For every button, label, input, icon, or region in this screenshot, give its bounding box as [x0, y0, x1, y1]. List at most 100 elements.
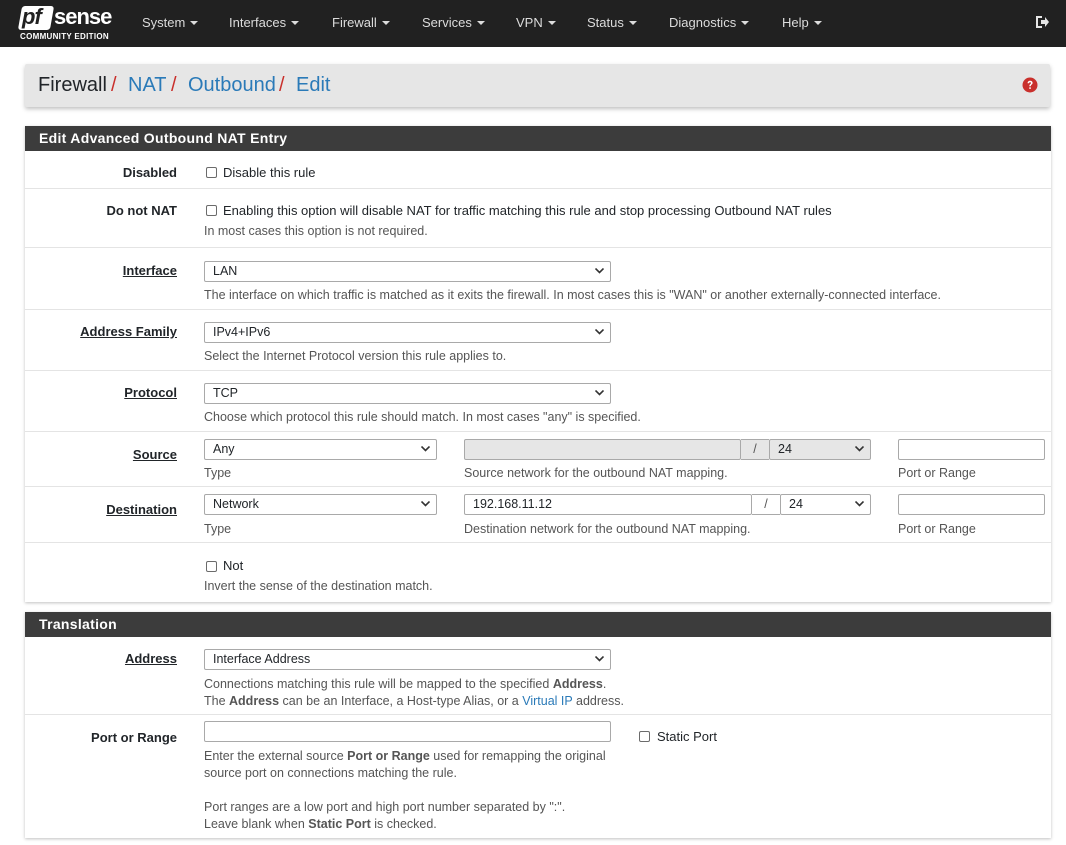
interface-select-value: LAN [213, 264, 238, 278]
caret-down-icon [190, 21, 199, 25]
logout-icon[interactable] [1034, 14, 1050, 30]
help-text: The [204, 694, 230, 708]
panel-title: Edit Advanced Outbound NAT Entry [25, 126, 1051, 151]
caret-down-icon [628, 21, 637, 25]
panel-translation: Translation Address Interface Address Co… [25, 612, 1051, 838]
static-port-checkbox[interactable] [639, 731, 650, 742]
nav-help[interactable]: Help [782, 15, 822, 30]
translation-address-help-line2: The Address can be an Interface, a Host-… [204, 694, 624, 708]
nav-help-label: Help [782, 15, 809, 30]
chevron-down-icon [855, 446, 864, 452]
row-translation-port: Port or Range Static Port Enter the exte… [25, 715, 1051, 837]
source-network-help: Source network for the outbound NAT mapp… [464, 466, 728, 480]
translation-title: Translation [25, 612, 1051, 637]
destination-mask-value: 24 [789, 497, 803, 511]
translation-port-help-line1: Enter the external source Port or Range … [204, 749, 606, 763]
breadcrumb-separator: / [171, 74, 177, 96]
chevron-down-icon [421, 501, 430, 507]
nav-firewall[interactable]: Firewall [332, 15, 390, 30]
breadcrumb-separator: / [279, 74, 285, 96]
help-text: Connections matching this rule will be m… [204, 677, 553, 691]
chevron-down-icon [421, 446, 430, 452]
caret-down-icon [813, 21, 822, 25]
destination-mask-slash: / [752, 494, 780, 515]
destination-type-help: Type [204, 522, 232, 536]
help-bold: Address [552, 677, 603, 691]
chevron-down-icon [595, 329, 604, 335]
translation-address-label: Address [124, 651, 177, 666]
nav-interfaces[interactable]: Interfaces [229, 15, 300, 30]
destination-port-input[interactable] [898, 494, 1045, 515]
question-circle-icon[interactable] [1022, 77, 1038, 93]
address-family-label: Address Family [80, 324, 177, 339]
source-mask-select[interactable]: 24 [769, 439, 871, 460]
caret-down-icon [291, 21, 300, 25]
protocol-select[interactable]: TCP [204, 383, 611, 404]
address-family-select-value: IPv4+IPv6 [213, 325, 271, 339]
virtual-ip-link[interactable]: Virtual IP [522, 694, 572, 708]
destination-port-help: Port or Range [898, 522, 976, 536]
source-mask-slash: / [741, 439, 769, 460]
nav-system[interactable]: System [142, 15, 199, 30]
nav-vpn[interactable]: VPN [516, 15, 556, 30]
row-disabled: Disabled Disable this rule [25, 151, 1051, 189]
translation-address-select[interactable]: Interface Address [204, 649, 611, 670]
protocol-help: Choose which protocol this rule should m… [204, 410, 641, 424]
translation-port-label: Port or Range [91, 730, 177, 745]
disable-rule-text: Disable this rule [223, 165, 316, 180]
caret-down-icon [741, 21, 750, 25]
address-family-select[interactable]: IPv4+IPv6 [204, 322, 611, 343]
row-not: Not Invert the sense of the destination … [25, 543, 1051, 602]
destination-mask-select[interactable]: 24 [780, 494, 871, 515]
help-bold: Port or Range [347, 749, 430, 763]
breadcrumb-nat[interactable]: NAT [128, 74, 167, 97]
row-translation-address: Address Interface Address Connections ma… [25, 637, 1051, 715]
nav-status-label: Status [587, 15, 624, 30]
row-address-family: Address Family IPv4+IPv6 Select the Inte… [25, 310, 1051, 371]
breadcrumb-edit[interactable]: Edit [296, 74, 330, 97]
nav-diagnostics-label: Diagnostics [669, 15, 737, 30]
help-text: is checked. [370, 817, 437, 831]
destination-type-select[interactable]: Network [204, 494, 437, 515]
destination-type-value: Network [213, 497, 259, 511]
destination-label: Destination [106, 502, 177, 517]
interface-select[interactable]: LAN [204, 261, 611, 282]
nav-status[interactable]: Status [587, 15, 637, 30]
panel-edit-outbound-nat: Edit Advanced Outbound NAT Entry Disable… [25, 126, 1051, 602]
destination-network-input[interactable]: 192.168.11.12 [464, 494, 752, 515]
caret-down-icon [547, 21, 556, 25]
translation-address-value: Interface Address [213, 652, 311, 666]
nav-firewall-label: Firewall [332, 15, 377, 30]
translation-port-help-line4: Leave blank when Static Port is checked. [204, 817, 437, 831]
nav-vpn-label: VPN [516, 15, 543, 30]
row-source: Source Any Type / 24 Source network for … [25, 432, 1051, 487]
top-navbar: pf sense COMMUNITY EDITION System Interf… [0, 0, 1066, 47]
do-not-nat-checkbox[interactable] [206, 205, 217, 216]
help-text: Enter the external source [204, 749, 348, 763]
logo-pf-text: pf [22, 4, 42, 29]
source-port-input[interactable] [898, 439, 1045, 460]
row-do-not-nat: Do not NAT Enabling this option will dis… [25, 189, 1051, 248]
help-bold: Address [229, 694, 280, 708]
source-network-input[interactable] [464, 439, 741, 460]
protocol-select-value: TCP [213, 386, 238, 400]
disabled-label: Disabled [122, 165, 177, 180]
breadcrumb-outbound[interactable]: Outbound [188, 74, 276, 97]
pfsense-logo[interactable]: pf sense COMMUNITY EDITION [17, 4, 120, 42]
nav-system-label: System [142, 15, 186, 30]
nav-interfaces-label: Interfaces [229, 15, 287, 30]
help-text: used for remapping the original [429, 749, 606, 763]
chevron-down-icon [595, 268, 604, 274]
static-port-text: Static Port [657, 729, 717, 744]
translation-port-input[interactable] [204, 721, 611, 742]
source-type-value: Any [213, 442, 235, 456]
nav-services[interactable]: Services [422, 15, 485, 30]
source-mask-value: 24 [778, 442, 792, 456]
source-type-select[interactable]: Any [204, 439, 437, 460]
logo-edition-text: COMMUNITY EDITION [20, 32, 109, 41]
destination-network-value: 192.168.11.12 [473, 497, 553, 511]
not-checkbox[interactable] [206, 561, 217, 572]
nav-diagnostics[interactable]: Diagnostics [669, 15, 750, 30]
logo-sense-text: sense [54, 4, 112, 29]
disable-rule-checkbox[interactable] [206, 167, 217, 178]
